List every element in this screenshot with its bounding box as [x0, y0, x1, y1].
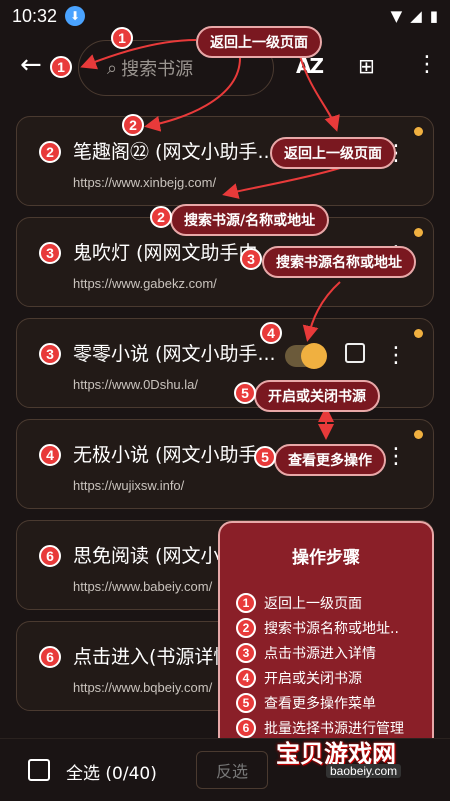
status-dot	[414, 127, 423, 136]
source-url: https://www.gabekz.com/	[73, 276, 217, 291]
step-badge: 6	[39, 545, 61, 567]
wifi-icon: ▼	[390, 7, 403, 25]
callout-back-card: 返回上一级页面	[270, 137, 396, 169]
step-text: 点击书源进入详情	[264, 646, 376, 662]
callout-more: 查看更多操作	[274, 444, 386, 476]
step-text: 查看更多操作菜单	[264, 696, 376, 712]
select-all-checkbox[interactable]	[28, 759, 50, 781]
search-icon: ⌕	[107, 57, 118, 79]
callout-badge-4: 4	[260, 322, 282, 344]
invert-selection-button[interactable]: 反选	[196, 751, 268, 789]
step-item: 4 开启或关闭书源	[236, 668, 362, 688]
back-arrow-icon[interactable]: ←	[20, 50, 42, 80]
enable-toggle[interactable]	[285, 343, 327, 369]
watermark-url: baobeiy.com	[326, 764, 402, 778]
step-item: 1 返回上一级页面	[236, 593, 362, 613]
step-badge: 2	[39, 141, 61, 163]
callout-back-card-text: 返回上一级页面	[284, 146, 382, 162]
callout-search-name-text: 搜索书源名称或地址	[276, 255, 402, 271]
source-title: 思免阅读 (网文小...	[73, 545, 238, 567]
callout-more-text: 查看更多操作	[288, 453, 372, 469]
step-number: 4	[236, 668, 256, 688]
source-url: https://www.0Dshu.la/	[73, 377, 198, 392]
step-item: 5 查看更多操作菜单	[236, 693, 376, 713]
callout-back-text: 返回上一级页面	[210, 35, 308, 51]
step-badge: 3	[39, 343, 61, 365]
callout-search-text: 搜索书源/名称或地址	[184, 213, 316, 229]
source-title: 无极小说 (网文小助手...	[73, 444, 276, 466]
status-time: 10:32	[12, 5, 58, 26]
step-number: 1	[236, 593, 256, 613]
step-item: 2 搜索书源名称或地址..	[236, 618, 399, 638]
callout-badge-2-float: 2	[122, 114, 144, 136]
callout-toggle-text: 开启或关闭书源	[268, 389, 366, 405]
callout-badge-2: 2	[150, 206, 172, 228]
step-number: 2	[236, 618, 256, 638]
search-placeholder: 搜索书源	[121, 59, 194, 80]
status-dot	[414, 430, 423, 439]
step-number: 5	[236, 693, 256, 713]
step-text: 开启或关闭书源	[264, 671, 362, 687]
source-url: https://www.xinbejg.com/	[73, 175, 217, 190]
callout-badge-3: 3	[240, 248, 262, 270]
callout-toggle: 开启或关闭书源	[254, 380, 380, 412]
step-number: 3	[236, 643, 256, 663]
step-text: 搜索书源名称或地址..	[264, 621, 399, 637]
callout-back: 返回上一级页面	[196, 26, 322, 58]
step-number: 6	[236, 718, 256, 738]
more-vert-icon[interactable]: ⋮	[385, 444, 407, 469]
source-title: 鬼吹灯 (网网文助手内	[73, 242, 258, 264]
download-icon: ⬇	[65, 6, 86, 26]
callout-badge-1: 1	[111, 27, 133, 49]
step-badge: 6	[39, 646, 61, 668]
select-all-label[interactable]: 全选 (0/40)	[66, 759, 157, 784]
callout-badge-5b: 5	[254, 446, 276, 468]
step-text: 返回上一级页面	[264, 596, 362, 612]
step-badge: 4	[39, 444, 61, 466]
source-url: https://www.bqbeiy.com/	[73, 680, 213, 695]
step-item: 3 点击书源进入详情	[236, 643, 376, 663]
status-dot	[414, 329, 423, 338]
callout-badge-5a: 5	[234, 382, 256, 404]
step-badge: 3	[39, 242, 61, 264]
source-title: 零零小说 (网文小助手...	[73, 343, 276, 365]
status-dot	[414, 228, 423, 237]
back-badge: 1	[50, 56, 72, 78]
edit-icon[interactable]	[345, 343, 365, 363]
callout-search-name: 搜索书源名称或地址	[262, 246, 416, 278]
callout-search: 搜索书源/名称或地址	[170, 204, 330, 236]
status-icons: ▼ ◢ ▮	[391, 7, 438, 25]
battery-icon: ▮	[429, 7, 438, 25]
source-title: 笔趣阁㉒ (网文小助手...	[73, 141, 276, 163]
signal-icon: ◢	[410, 7, 422, 25]
source-url: https://www.babeiy.com/	[73, 579, 213, 594]
more-vert-icon[interactable]: ⋮	[385, 343, 407, 368]
steps-title: 操作步骤	[292, 548, 360, 568]
group-icon[interactable]: ⊞	[358, 54, 375, 78]
more-vert-icon[interactable]: ⋮	[416, 52, 438, 77]
source-url: https://wujixsw.info/	[73, 478, 185, 493]
